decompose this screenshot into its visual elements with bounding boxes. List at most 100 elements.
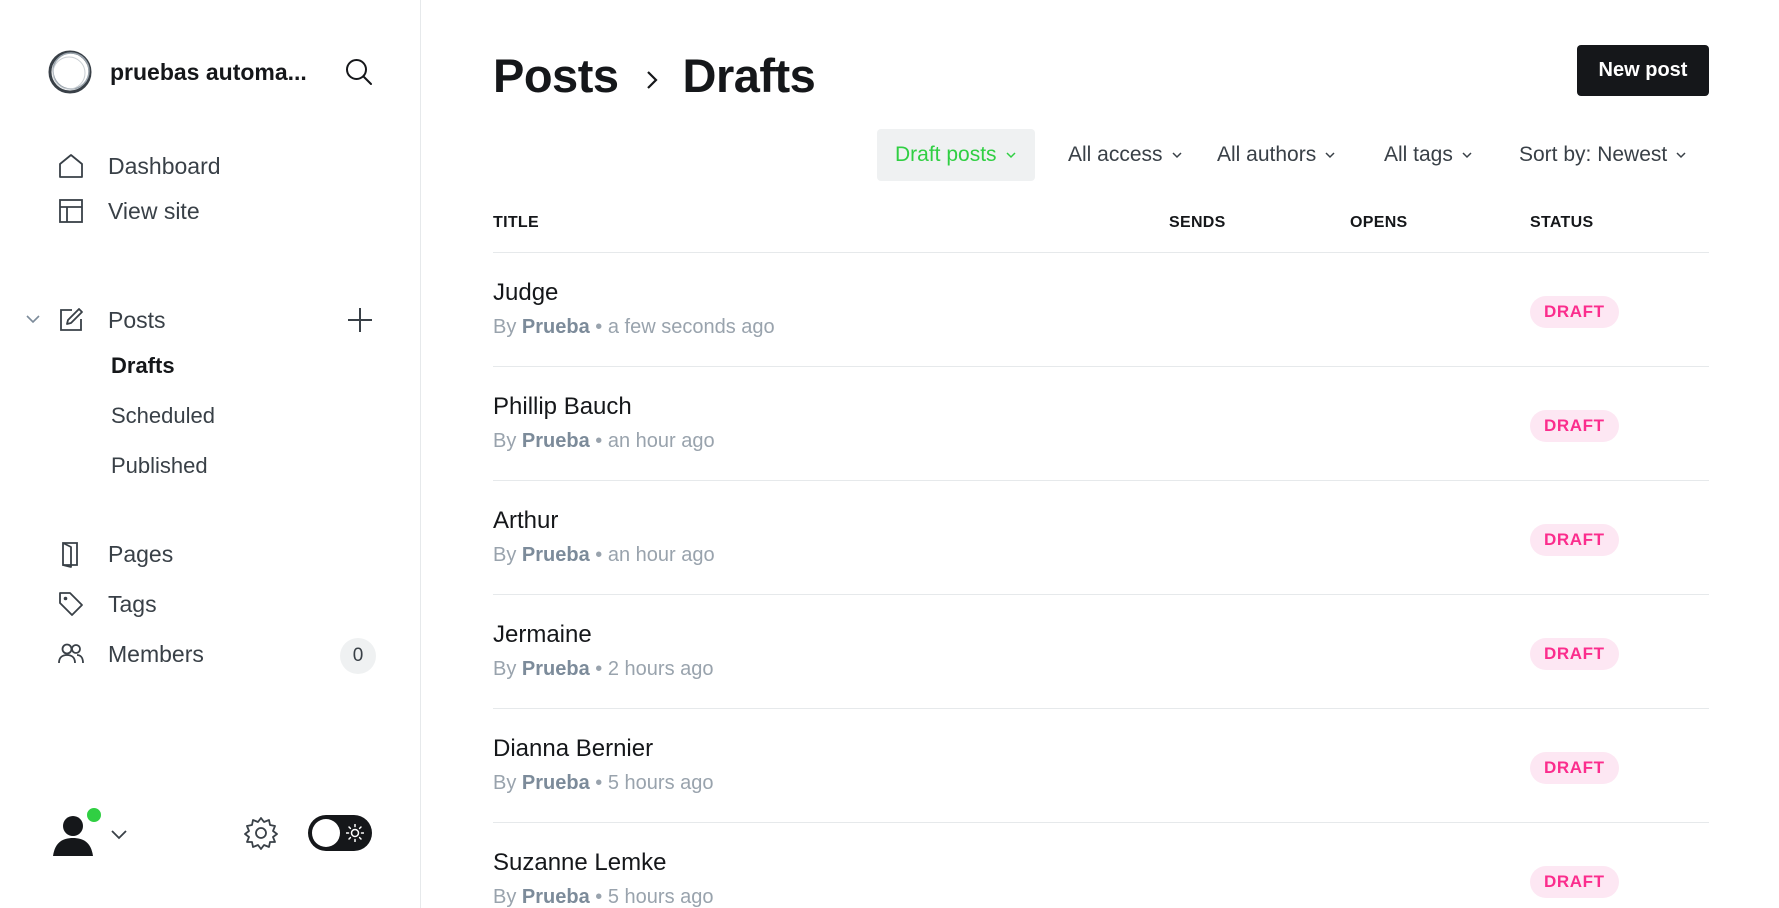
- post-meta: By Prueba • 5 hours ago: [493, 772, 714, 795]
- by-label: By: [493, 886, 517, 908]
- settings-button[interactable]: [243, 815, 279, 851]
- sidebar-item-label: Tags: [108, 590, 157, 617]
- plus-icon: [348, 308, 372, 332]
- filter-label: Draft posts: [895, 143, 997, 166]
- chevron-down-icon[interactable]: [24, 310, 42, 328]
- sidebar-item-label: View site: [108, 197, 200, 224]
- sidebar-item-tags[interactable]: Tags: [56, 584, 157, 624]
- table-row[interactable]: Phillip Bauch By Prueba • an hour ago DR…: [493, 367, 1709, 481]
- sun-icon: [346, 824, 364, 842]
- chevron-down-icon: [1676, 152, 1686, 159]
- filter-tags[interactable]: All tags: [1384, 129, 1473, 181]
- home-icon: [56, 151, 86, 181]
- chevron-right-icon: [646, 71, 658, 89]
- avatar: [47, 806, 103, 860]
- by-label: By: [493, 430, 517, 452]
- filter-label: All access: [1068, 143, 1163, 166]
- status-badge: DRAFT: [1530, 296, 1619, 328]
- meta-separator: •: [595, 544, 603, 566]
- table-row[interactable]: Arthur By Prueba • an hour ago DRAFT: [493, 481, 1709, 595]
- theme-toggle[interactable]: [308, 815, 372, 851]
- new-post-button[interactable]: New post: [1577, 45, 1709, 96]
- search-icon: [346, 59, 372, 85]
- post-meta: By Prueba • an hour ago: [493, 544, 715, 567]
- post-meta: By Prueba • a few seconds ago: [493, 316, 775, 339]
- post-meta: By Prueba • an hour ago: [493, 430, 715, 453]
- chevron-down-icon: [1462, 152, 1472, 159]
- add-post-button[interactable]: [343, 303, 377, 337]
- meta-separator: •: [595, 316, 603, 338]
- members-icon: [56, 639, 86, 669]
- post-title: Jermaine: [493, 621, 592, 648]
- post-author: Prueba: [521, 658, 590, 680]
- page-icon: [56, 539, 86, 569]
- page-title: Posts Drafts: [493, 45, 816, 105]
- sidebar-item-posts[interactable]: Posts: [56, 300, 166, 340]
- sidebar-item-label: Dashboard: [108, 152, 221, 179]
- by-label: By: [493, 316, 517, 338]
- site-brand[interactable]: pruebas automa...: [47, 47, 377, 97]
- table-row[interactable]: Judge By Prueba • a few seconds ago DRAF…: [493, 253, 1709, 367]
- layout-icon: [56, 196, 86, 226]
- sidebar-item-drafts[interactable]: Drafts: [111, 348, 175, 384]
- post-time: 5 hours ago: [607, 886, 714, 908]
- sidebar-item-label: Posts: [108, 306, 166, 333]
- column-header-title: TITLE: [493, 214, 539, 231]
- column-header-opens: OPENS: [1350, 214, 1408, 231]
- toggle-knob: [312, 819, 340, 847]
- filter-label: All authors: [1217, 143, 1317, 166]
- status-badge: DRAFT: [1530, 638, 1619, 670]
- by-label: By: [493, 772, 517, 794]
- sidebar-item-view-site[interactable]: View site: [56, 191, 200, 231]
- filter-post-type[interactable]: Draft posts: [877, 129, 1035, 181]
- sidebar-item-label: Pages: [108, 540, 174, 567]
- table-row[interactable]: Suzanne Lemke By Prueba • 5 hours ago DR…: [493, 823, 1709, 908]
- post-title: Dianna Bernier: [493, 735, 654, 762]
- table-row[interactable]: Dianna Bernier By Prueba • 5 hours ago D…: [493, 709, 1709, 823]
- sort-dropdown[interactable]: Sort by: Newest: [1519, 129, 1687, 181]
- sidebar-item-dashboard[interactable]: Dashboard: [56, 146, 221, 186]
- meta-separator: •: [595, 430, 603, 452]
- gear-icon: [244, 817, 278, 850]
- chevron-down-icon: [1006, 152, 1016, 159]
- filter-access[interactable]: All access: [1068, 129, 1183, 181]
- breadcrumb-posts[interactable]: Posts: [493, 48, 619, 103]
- by-label: By: [493, 658, 517, 680]
- post-title: Judge: [493, 279, 559, 306]
- site-name: pruebas automa...: [110, 58, 307, 85]
- meta-separator: •: [595, 886, 603, 908]
- status-badge: DRAFT: [1530, 410, 1619, 442]
- chevron-down-icon: [1325, 152, 1335, 159]
- post-title: Phillip Bauch: [493, 393, 632, 420]
- chevron-down-icon: [1172, 152, 1182, 159]
- post-meta: By Prueba • 2 hours ago: [493, 658, 714, 681]
- user-menu[interactable]: [47, 806, 129, 860]
- filter-authors[interactable]: All authors: [1217, 129, 1336, 181]
- post-meta: By Prueba • 5 hours ago: [493, 886, 714, 908]
- post-author: Prueba: [521, 772, 590, 794]
- sidebar-item-pages[interactable]: Pages: [56, 534, 173, 574]
- status-badge: DRAFT: [1530, 524, 1619, 556]
- site-logo-icon: [48, 50, 92, 94]
- sidebar-item-published[interactable]: Published: [111, 448, 208, 484]
- post-title: Arthur: [493, 507, 559, 534]
- table-row[interactable]: Jermaine By Prueba • 2 hours ago DRAFT: [493, 595, 1709, 709]
- search-button[interactable]: [340, 53, 378, 91]
- post-author: Prueba: [521, 544, 590, 566]
- post-time: an hour ago: [607, 544, 715, 566]
- post-author: Prueba: [521, 886, 590, 908]
- sidebar: pruebas automa... Dashboard View site Po…: [0, 0, 421, 908]
- status-badge: DRAFT: [1530, 752, 1619, 784]
- sidebar-item-members[interactable]: Members: [56, 634, 204, 674]
- post-time: 5 hours ago: [607, 772, 714, 794]
- online-status-dot: [85, 806, 103, 824]
- filter-label: Sort by: Newest: [1519, 143, 1668, 166]
- by-label: By: [493, 544, 517, 566]
- status-badge: DRAFT: [1530, 866, 1619, 898]
- filter-label: All tags: [1384, 143, 1453, 166]
- column-header-status: STATUS: [1530, 214, 1594, 231]
- post-title: Suzanne Lemke: [493, 849, 667, 876]
- sidebar-item-label: Members: [108, 640, 204, 667]
- sidebar-item-scheduled[interactable]: Scheduled: [111, 398, 215, 434]
- members-count-badge: 0: [340, 638, 376, 674]
